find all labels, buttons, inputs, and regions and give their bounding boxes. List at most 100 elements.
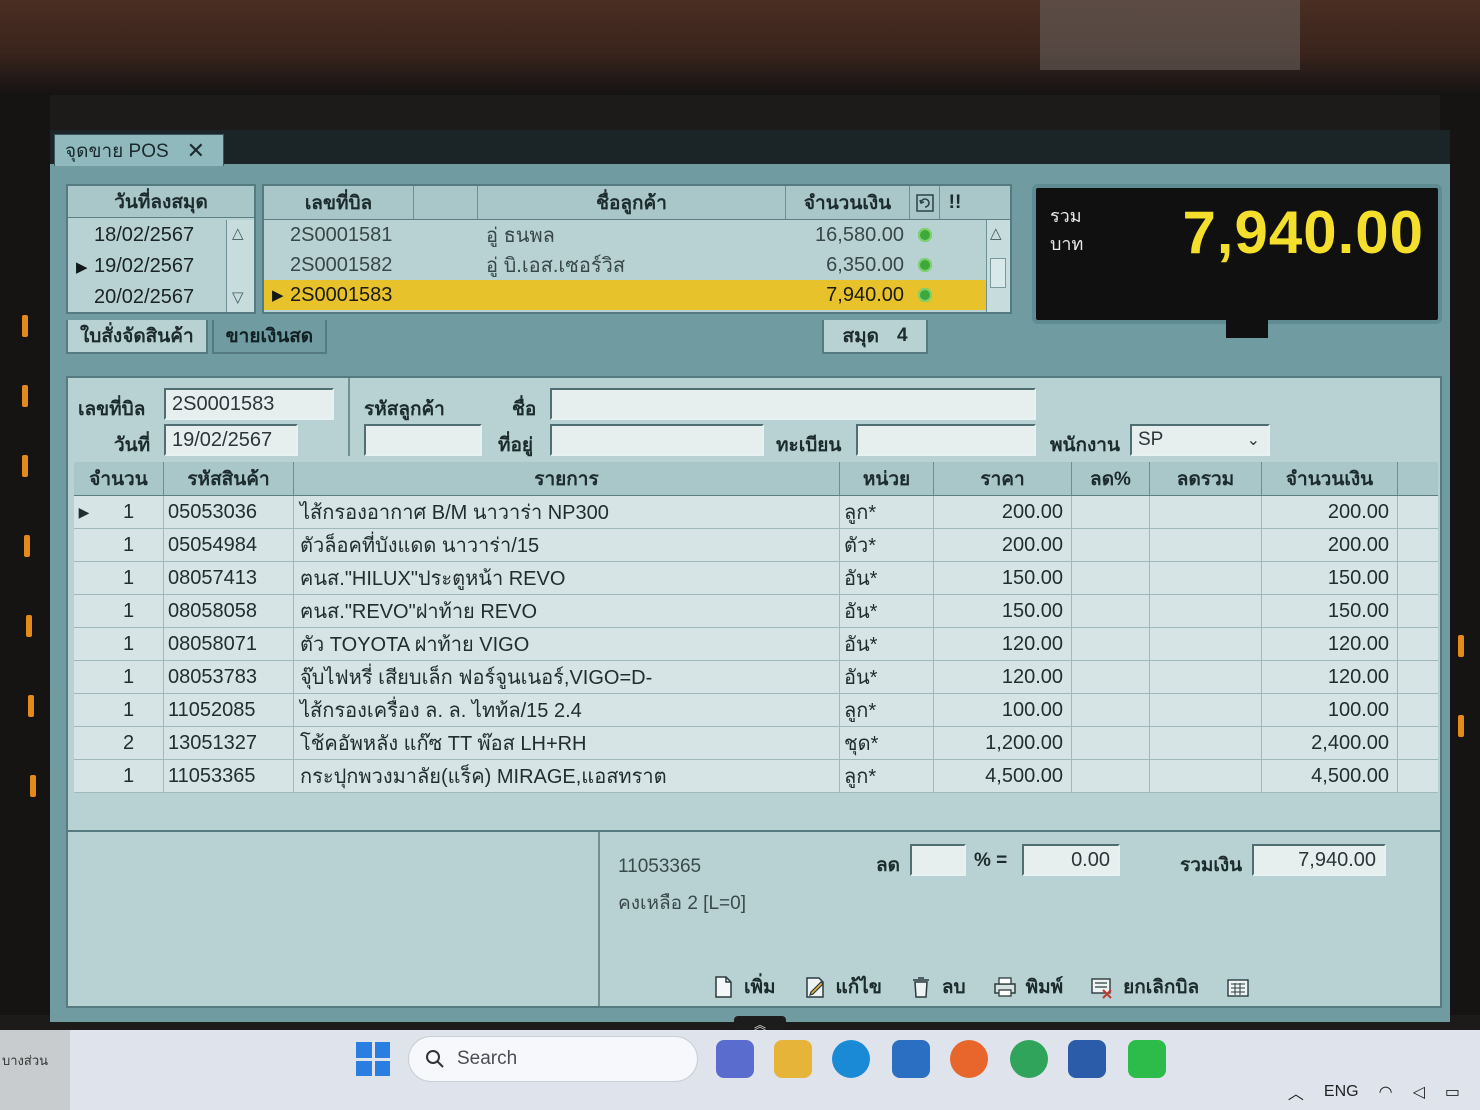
unit-cell[interactable]: ตัว* (840, 529, 934, 561)
discount-value-field[interactable]: 0.00 (1022, 844, 1120, 876)
firefox-icon[interactable] (950, 1040, 988, 1078)
code-cell[interactable]: 08058058 (164, 595, 294, 627)
bill-list-scrollbar[interactable]: △ (986, 220, 1010, 312)
qty-cell[interactable]: 1 (94, 529, 164, 561)
customer-code-field[interactable] (364, 424, 482, 456)
code-cell[interactable]: 08053783 (164, 661, 294, 693)
qty-cell[interactable]: 1 (94, 496, 164, 528)
close-icon[interactable]: ✕ (187, 138, 205, 164)
amount-cell[interactable]: 100.00 (1262, 694, 1398, 726)
table-row[interactable]: 1 05054984 ตัวล็อคที่บังแดด นาวาร่า/15 ตัว*… (74, 529, 1438, 562)
description-cell[interactable]: ตัวล็อคที่บังแดด นาวาร่า/15 (294, 529, 840, 561)
unit-cell[interactable]: อัน* (840, 562, 934, 594)
discount-total-cell[interactable] (1150, 595, 1262, 627)
discount-pct-cell[interactable] (1072, 694, 1150, 726)
add-button[interactable]: เพิ่ม (710, 972, 776, 1002)
input-language[interactable]: ENG (1324, 1083, 1359, 1101)
amount-cell[interactable]: 150.00 (1262, 595, 1398, 627)
tab-pick-order[interactable]: ใบสั่งจัดสินค้า (66, 320, 208, 354)
date-field[interactable]: 19/02/2567 (164, 424, 298, 456)
discount-total-cell[interactable] (1150, 562, 1262, 594)
date-list-item[interactable]: ▶ 19/02/2567 (68, 251, 228, 282)
qty-cell[interactable]: 1 (94, 595, 164, 627)
discount-total-cell[interactable] (1150, 628, 1262, 660)
tab-pos[interactable]: จุดขาย POS ✕ (54, 134, 224, 166)
discount-total-cell[interactable] (1150, 529, 1262, 561)
description-cell[interactable]: กระปุกพวงมาลัย(แร็ค) MIRAGE,แอสทราต (294, 760, 840, 792)
date-list-scrollbar[interactable]: △ ▽ (226, 220, 254, 312)
code-cell[interactable]: 08058071 (164, 628, 294, 660)
unit-cell[interactable]: ลูก* (840, 694, 934, 726)
edge-browser-icon[interactable] (832, 1040, 870, 1078)
qty-cell[interactable]: 1 (94, 760, 164, 792)
code-cell[interactable]: 05054984 (164, 529, 294, 561)
search-box[interactable]: Search (408, 1036, 698, 1082)
amount-cell[interactable]: 150.00 (1262, 562, 1398, 594)
code-cell[interactable]: 11052085 (164, 694, 294, 726)
discount-pct-cell[interactable] (1072, 760, 1150, 792)
discount-pct-cell[interactable] (1072, 661, 1150, 693)
table-row[interactable]: 1 08053783 จุ๊บไฟหรี่ เสียบเล็ก ฟอร์จูนเนอ… (74, 661, 1438, 694)
mail-icon[interactable] (892, 1040, 930, 1078)
discount-pct-cell[interactable] (1072, 727, 1150, 759)
bill-row[interactable]: 2S0001581 อู่ ธนพล 16,580.00 (264, 220, 1010, 250)
name-field[interactable] (550, 388, 1036, 420)
chrome-icon[interactable] (1010, 1040, 1048, 1078)
scroll-down-icon[interactable]: ▽ (232, 288, 244, 306)
discount-pct-cell[interactable] (1072, 628, 1150, 660)
volume-icon[interactable]: ◁ (1413, 1082, 1425, 1102)
code-cell[interactable]: 13051327 (164, 727, 294, 759)
chevron-up-icon[interactable]: ︿ (1288, 1080, 1304, 1104)
discount-pct-field[interactable] (910, 844, 966, 876)
book-indicator[interactable]: สมุด 4 (822, 320, 928, 354)
line-app-icon[interactable] (1128, 1040, 1166, 1078)
bill-no-field[interactable]: 2S0001583 (164, 388, 334, 420)
bill-row[interactable]: 2S0001582 อู่ บิ.เอส.เซอร์วิส 6,350.00 (264, 250, 1010, 280)
description-cell[interactable]: ฅนส."HILUX"ประตูหน้า REVO (294, 562, 840, 594)
price-cell[interactable]: 150.00 (934, 562, 1072, 594)
registration-field[interactable] (856, 424, 1036, 456)
description-cell[interactable]: ฅนส."REVO"ฝาท้าย REVO (294, 595, 840, 627)
calculator-button[interactable] (1225, 974, 1251, 1000)
scroll-up-icon[interactable]: △ (232, 224, 244, 242)
tab-cash-sale[interactable]: ขายเงินสด (211, 320, 328, 354)
file-explorer-icon[interactable] (774, 1040, 812, 1078)
price-cell[interactable]: 200.00 (934, 529, 1072, 561)
date-list-item[interactable]: 18/02/2567 (68, 220, 228, 251)
table-row[interactable]: 1 08057413 ฅนส."HILUX"ประตูหน้า REVO อัน* 15… (74, 562, 1438, 595)
description-cell[interactable]: ไส้กรองอากาศ B/M นาวาร่า NP300 (294, 496, 840, 528)
unit-cell[interactable]: อัน* (840, 595, 934, 627)
unit-cell[interactable]: ชุด* (840, 727, 934, 759)
discount-total-cell[interactable] (1150, 727, 1262, 759)
code-cell[interactable]: 05053036 (164, 496, 294, 528)
amount-cell[interactable]: 200.00 (1262, 496, 1398, 528)
amount-cell[interactable]: 2,400.00 (1262, 727, 1398, 759)
chevron-down-icon[interactable]: ⌄ (1247, 430, 1260, 450)
unit-cell[interactable]: ลูก* (840, 496, 934, 528)
amount-cell[interactable]: 120.00 (1262, 661, 1398, 693)
price-cell[interactable]: 150.00 (934, 595, 1072, 627)
delete-button[interactable]: ลบ (908, 972, 966, 1002)
wifi-icon[interactable]: ◠ (1379, 1082, 1393, 1102)
cancel-bill-button[interactable]: ยกเลิกบิล (1089, 972, 1199, 1002)
alert-icon[interactable]: !! (940, 186, 970, 219)
table-row[interactable]: 1 11053365 กระปุกพวงมาลัย(แร็ค) MIRAGE,แอส… (74, 760, 1438, 793)
unit-cell[interactable]: อัน* (840, 628, 934, 660)
qty-cell[interactable]: 1 (94, 562, 164, 594)
qty-cell[interactable]: 1 (94, 694, 164, 726)
code-cell[interactable]: 11053365 (164, 760, 294, 792)
print-button[interactable]: พิมพ์ (992, 972, 1063, 1002)
code-cell[interactable]: 08057413 (164, 562, 294, 594)
description-cell[interactable]: ตัว TOYOTA ฝาท้าย VIGO (294, 628, 840, 660)
price-cell[interactable]: 1,200.00 (934, 727, 1072, 759)
employee-select[interactable]: SP ⌄ (1130, 424, 1270, 456)
scroll-up-icon[interactable]: △ (990, 224, 1002, 242)
scroll-thumb[interactable] (990, 258, 1006, 288)
qty-cell[interactable]: 1 (94, 661, 164, 693)
price-cell[interactable]: 100.00 (934, 694, 1072, 726)
table-row[interactable]: 2 13051327 โช้คอัพหลัง แก๊ซ TT พ๊อส LH+RH ช… (74, 727, 1438, 760)
start-button[interactable] (356, 1042, 390, 1076)
price-cell[interactable]: 120.00 (934, 661, 1072, 693)
discount-total-cell[interactable] (1150, 694, 1262, 726)
table-row[interactable]: 1 08058071 ตัว TOYOTA ฝาท้าย VIGO อัน* 120.0… (74, 628, 1438, 661)
